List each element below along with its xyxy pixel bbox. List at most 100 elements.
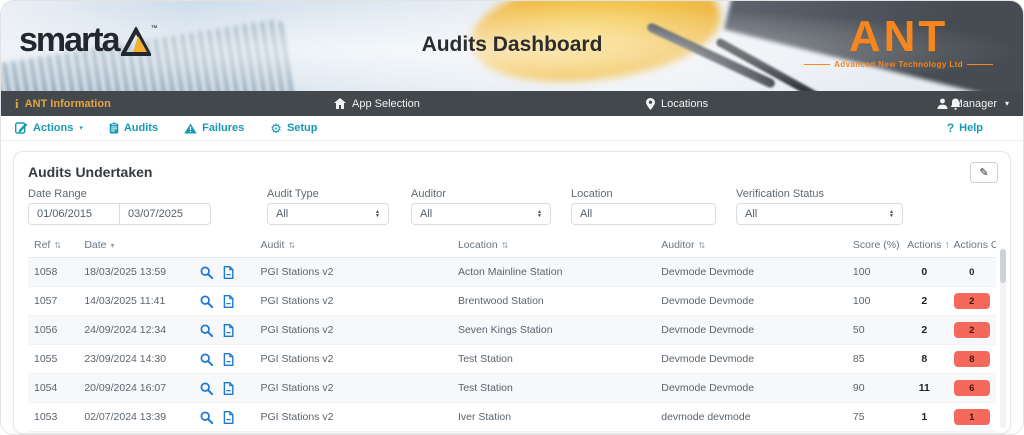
user-menu[interactable]: Manager ▾: [937, 98, 1009, 110]
col-header-audit[interactable]: Audit⇅: [255, 234, 452, 258]
auditor-select[interactable]: All ▲▼: [411, 203, 551, 225]
table-row[interactable]: 1055 23/09/2024 14:30 PGI Stations v2 Te…: [28, 345, 996, 374]
cell-tools: [194, 316, 254, 345]
cell-score: 75: [847, 403, 901, 432]
cell-score: 50: [847, 316, 901, 345]
edit-button[interactable]: ✎: [970, 162, 998, 183]
sort-icon: ⇅: [288, 241, 295, 250]
cell-ref: 1053: [28, 403, 78, 432]
table-row[interactable]: 1054 20/09/2024 16:07 PGI Stations v2 Te…: [28, 374, 996, 403]
menu-failures[interactable]: Failures: [184, 122, 244, 134]
actions-os-badge: 2: [954, 322, 990, 338]
menu-actions[interactable]: Actions ▾: [15, 122, 83, 134]
gear-icon: ⚙: [270, 122, 282, 135]
date-from-input[interactable]: [28, 203, 120, 225]
app-selection-label: App Selection: [352, 98, 420, 110]
actions-os-badge: 8: [954, 351, 990, 367]
col-header-score[interactable]: Score (%)▾: [847, 234, 901, 258]
ant-logo-subtitle: Advanced New Technology Ltd: [804, 60, 993, 69]
report-file-button[interactable]: [223, 411, 234, 424]
cell-ref: 1054: [28, 374, 78, 403]
location-input[interactable]: [571, 203, 716, 225]
cell-tools: [194, 432, 254, 435]
table-row[interactable]: 1052 02/07/2024 13:27 PGI Stations v2 Te…: [28, 432, 996, 435]
cell-ref: 1055: [28, 345, 78, 374]
question-icon: ?: [947, 121, 954, 135]
select-arrows-icon: ▲▼: [375, 210, 380, 218]
user-icon: [937, 98, 948, 109]
audits-table-body: 1058 18/03/2025 13:59 PGI Stations v2 Ac…: [28, 258, 996, 435]
cell-location: Acton Mainline Station: [452, 258, 655, 287]
cell-audit: PGI Stations v2: [255, 287, 452, 316]
table-row[interactable]: 1053 02/07/2024 13:39 PGI Stations v2 Iv…: [28, 403, 996, 432]
actions-os-badge: 2: [954, 293, 990, 309]
cell-actions-os: 1: [948, 432, 996, 435]
menu-failures-label: Failures: [202, 122, 244, 134]
cell-location: Brentwood Station: [452, 287, 655, 316]
audit-type-select[interactable]: All ▲▼: [267, 203, 389, 225]
col-header-ref[interactable]: Ref⇅: [28, 234, 78, 258]
verification-status-value: All: [745, 208, 757, 220]
report-file-button[interactable]: [223, 353, 234, 366]
app-selection-link[interactable]: App Selection: [334, 98, 420, 110]
cell-actions: 11: [901, 374, 947, 403]
report-file-button[interactable]: [223, 295, 234, 308]
menu-setup[interactable]: ⚙ Setup: [270, 122, 317, 135]
cell-score: 83: [847, 432, 901, 435]
actions-os-badge: 0: [965, 264, 978, 280]
magnifier-icon: [200, 324, 213, 337]
scrollbar-thumb[interactable]: [1000, 249, 1006, 283]
cell-score: 85: [847, 345, 901, 374]
app-window: smarta ™ Audits Dashboard ANT Advanced N…: [0, 0, 1024, 435]
top-navbar: i ANT Information App Selection Location…: [1, 91, 1023, 116]
locations-link[interactable]: Locations: [646, 98, 708, 110]
menu-help[interactable]: ? Help: [947, 121, 983, 135]
view-audit-button[interactable]: [200, 295, 213, 308]
chevron-down-icon: ▾: [79, 124, 83, 132]
table-scrollbar[interactable]: [1000, 249, 1006, 428]
sort-desc-icon: ▾: [111, 241, 115, 250]
view-audit-button[interactable]: [200, 382, 213, 395]
view-audit-button[interactable]: [200, 324, 213, 337]
table-row[interactable]: 1057 14/03/2025 11:41 PGI Stations v2 Br…: [28, 287, 996, 316]
select-arrows-icon: ▲▼: [537, 210, 542, 218]
ant-logo: ANT Advanced New Technology Ltd: [804, 15, 993, 69]
cell-tools: [194, 374, 254, 403]
file-icon: [223, 382, 234, 395]
date-range-label: Date Range: [28, 188, 211, 200]
cell-auditor: Devmode Devmode: [655, 345, 847, 374]
col-header-location[interactable]: Location⇅: [452, 234, 655, 258]
col-header-date[interactable]: Date▾: [78, 234, 194, 258]
cell-tools: [194, 287, 254, 316]
ant-information-link[interactable]: i ANT Information: [15, 96, 111, 112]
cell-tools: [194, 403, 254, 432]
cell-auditor: Devmode Devmode: [655, 258, 847, 287]
date-to-input[interactable]: [119, 203, 211, 225]
user-label: Manager: [954, 98, 997, 110]
magnifier-icon: [200, 353, 213, 366]
view-audit-button[interactable]: [200, 411, 213, 424]
cell-actions-os: 2: [948, 287, 996, 316]
col-header-actions[interactable]: Actions⇅: [901, 234, 947, 258]
cell-score: 90: [847, 374, 901, 403]
cell-audit: PGI Stations v2: [255, 403, 452, 432]
view-audit-button[interactable]: [200, 266, 213, 279]
cell-date: 02/07/2024 13:27: [78, 432, 194, 435]
cell-actions: 4: [901, 432, 947, 435]
col-header-actions-os[interactable]: Actions O/S⇅: [948, 234, 996, 258]
ant-logo-text: ANT: [804, 15, 993, 59]
table-row[interactable]: 1056 24/09/2024 12:34 PGI Stations v2 Se…: [28, 316, 996, 345]
filter-auditor: Auditor All ▲▼: [411, 188, 551, 225]
verification-status-select[interactable]: All ▲▼: [736, 203, 903, 225]
select-arrows-icon: ▲▼: [889, 210, 894, 218]
report-file-button[interactable]: [223, 266, 234, 279]
trademark: ™: [151, 25, 158, 32]
view-audit-button[interactable]: [200, 353, 213, 366]
actions-os-badge: 6: [954, 380, 990, 396]
auditor-label: Auditor: [411, 188, 551, 200]
menu-audits[interactable]: Audits: [109, 122, 158, 134]
col-header-auditor[interactable]: Auditor⇅: [655, 234, 847, 258]
table-row[interactable]: 1058 18/03/2025 13:59 PGI Stations v2 Ac…: [28, 258, 996, 287]
report-file-button[interactable]: [223, 324, 234, 337]
report-file-button[interactable]: [223, 382, 234, 395]
